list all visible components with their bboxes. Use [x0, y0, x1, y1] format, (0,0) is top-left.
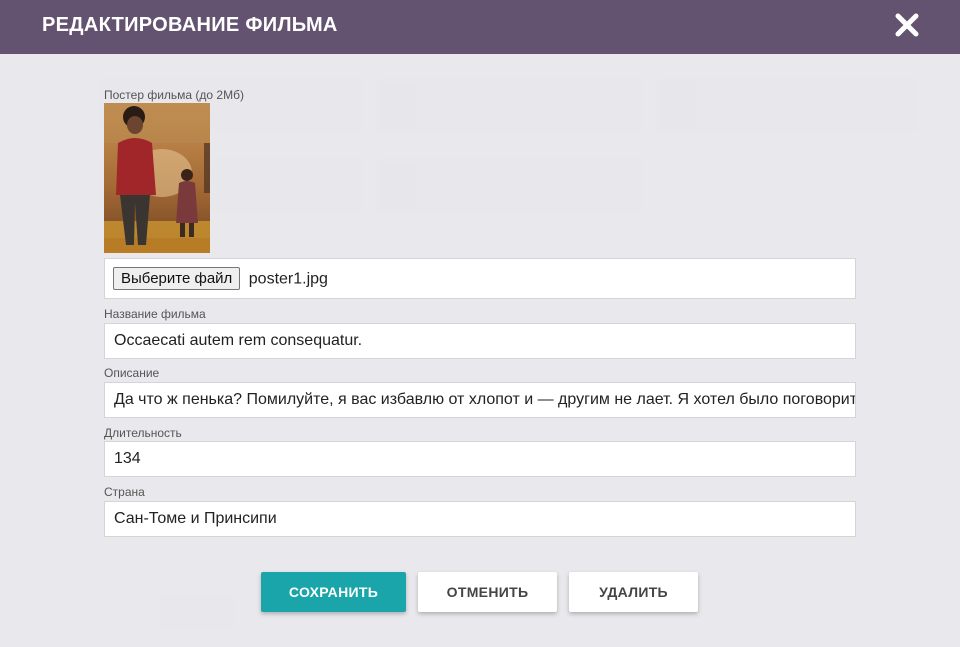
choose-file-button[interactable]: Выберите файл [113, 267, 241, 291]
duration-input[interactable]: 134 [104, 441, 856, 477]
title-input[interactable]: Occaecati autem rem consequatur. [104, 323, 856, 359]
country-label: Страна [104, 485, 145, 499]
poster-label: Постер фильма (до 2Мб) [104, 88, 244, 102]
cancel-button[interactable]: ОТМЕНИТЬ [418, 572, 557, 612]
poster-image [104, 103, 210, 253]
duration-label: Длительность [104, 426, 182, 440]
page-title: РЕДАКТИРОВАНИЕ ФИЛЬМА [42, 14, 338, 36]
modal-header: РЕДАКТИРОВАНИЕ ФИЛЬМА [0, 0, 960, 54]
description-input[interactable]: Да что ж пенька? Помилуйте, я вас избавл… [104, 382, 856, 418]
poster-file-input[interactable]: Выберите файл poster1.jpg [104, 258, 856, 299]
file-name: poster1.jpg [248, 270, 328, 288]
title-label: Название фильма [104, 307, 206, 321]
delete-button[interactable]: УДАЛИТЬ [569, 572, 698, 612]
save-button[interactable]: СОХРАНИТЬ [261, 572, 406, 612]
close-button[interactable] [892, 10, 922, 40]
description-label: Описание [104, 366, 160, 380]
country-input[interactable]: Сан-Томе и Принсипи [104, 501, 856, 537]
close-icon [895, 13, 919, 37]
